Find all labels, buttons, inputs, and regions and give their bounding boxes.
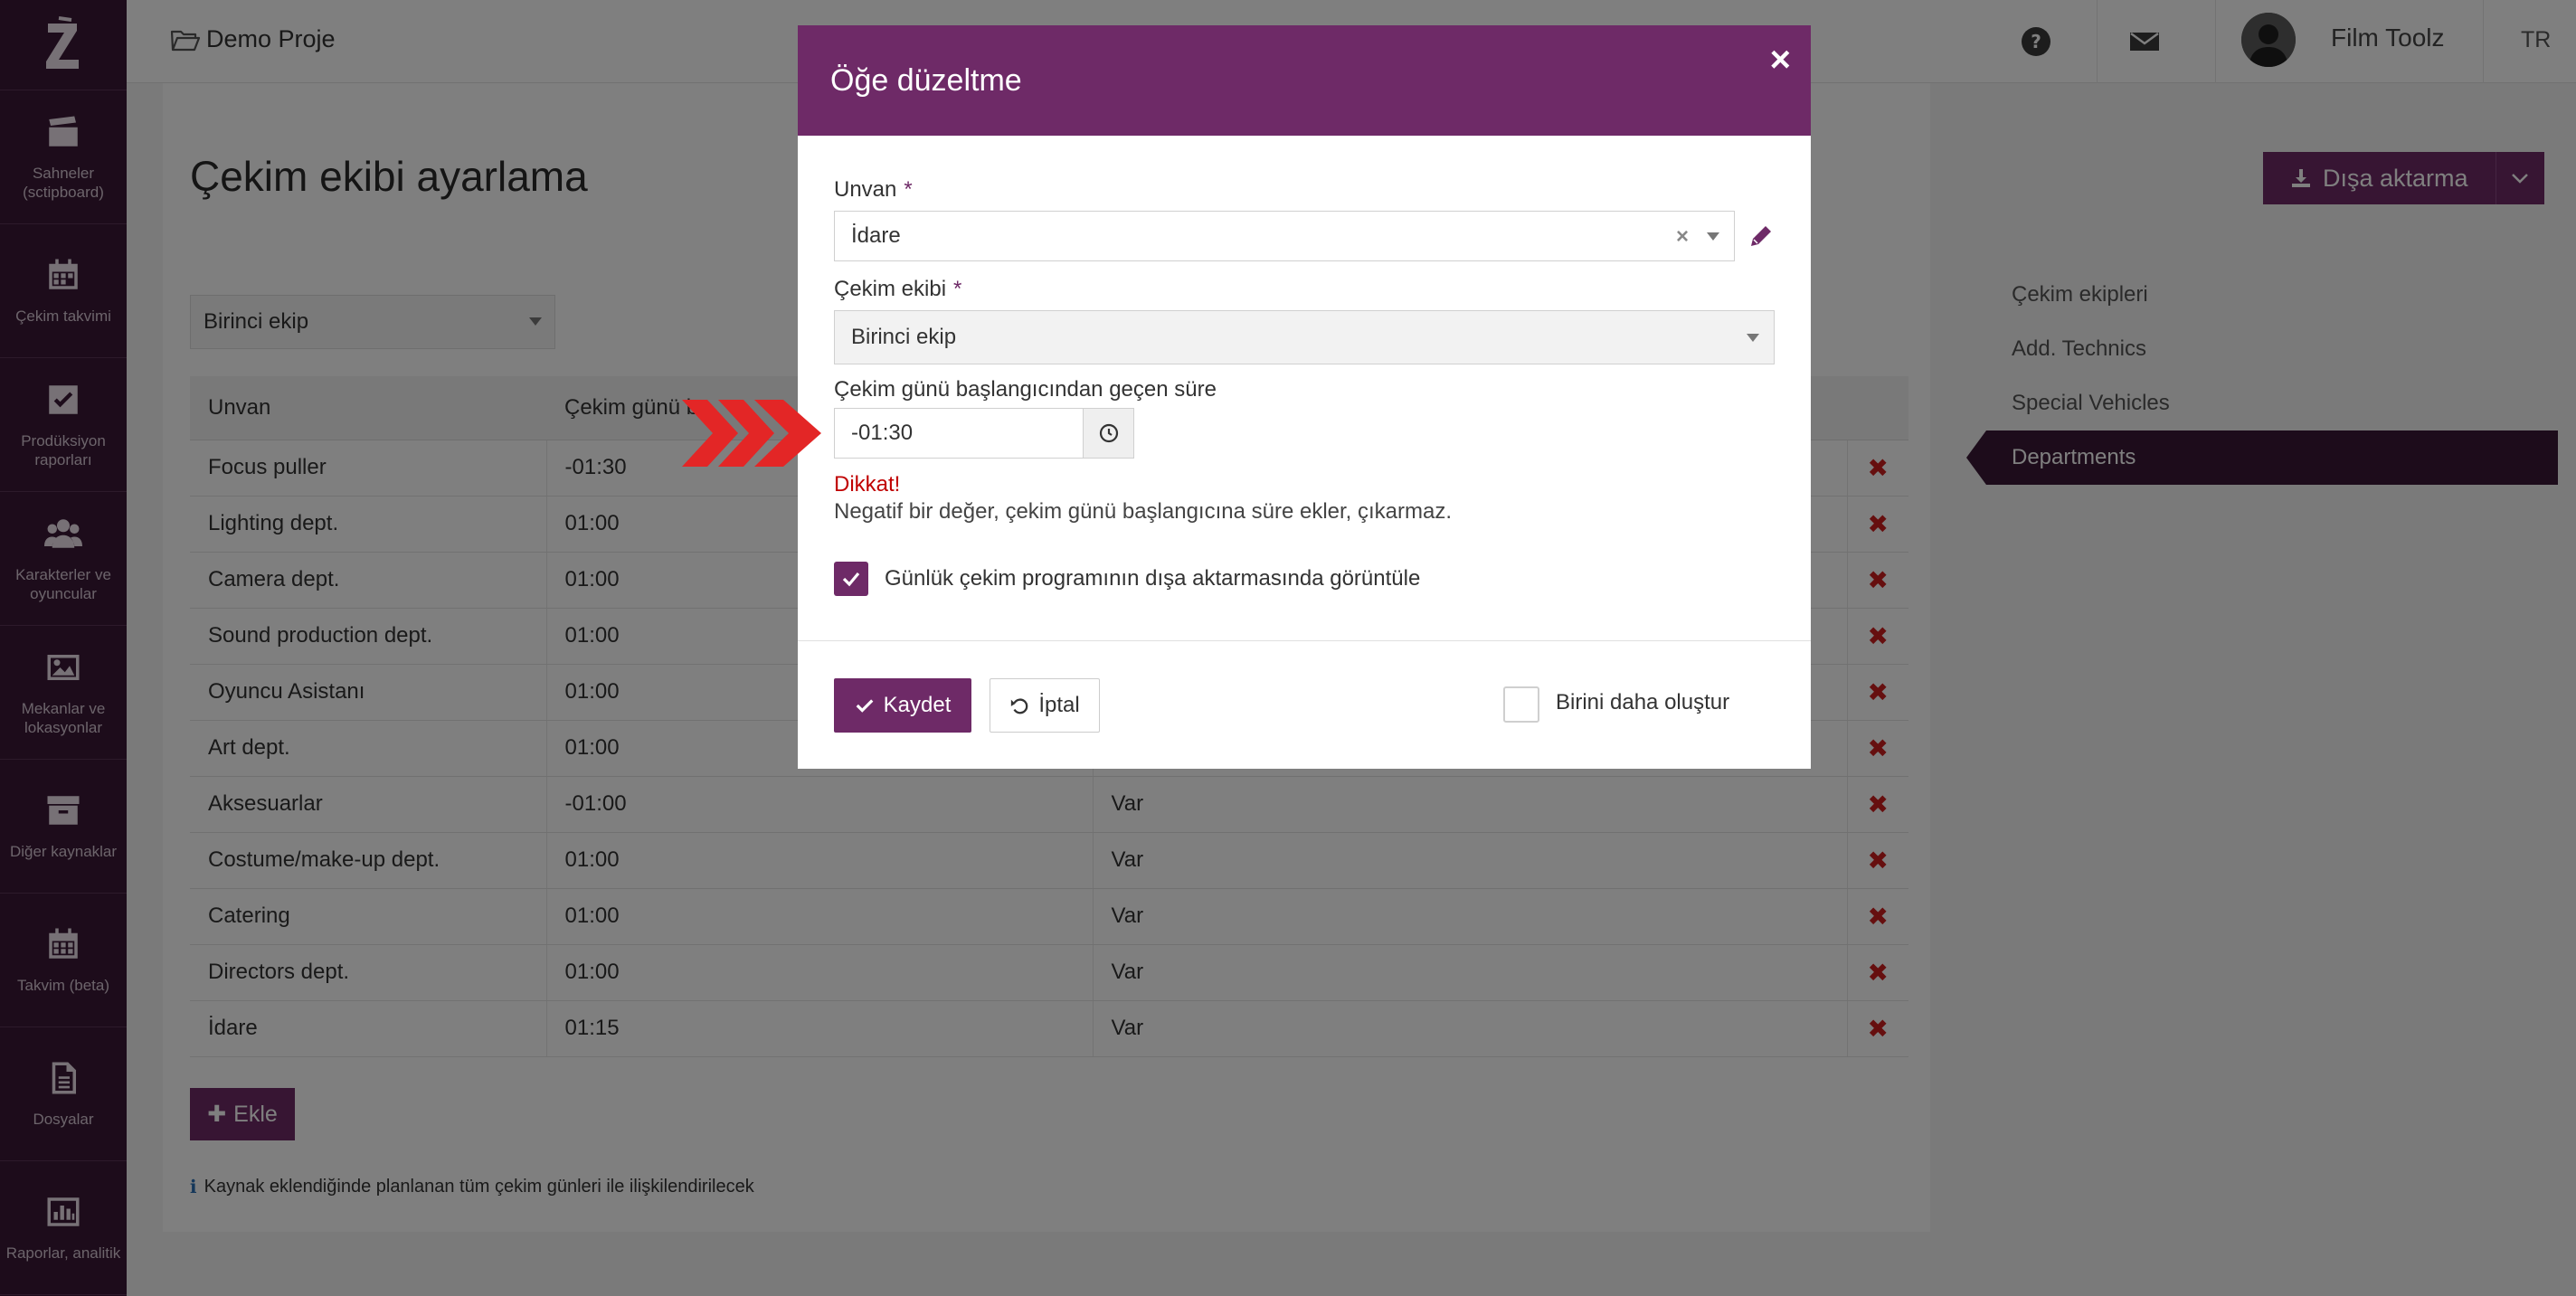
show-in-export-checkbox[interactable] [834, 562, 868, 596]
create-another-label[interactable]: Birini daha oluştur [1556, 690, 1729, 715]
unvan-label: Unvan * [834, 177, 913, 203]
time-offset-input[interactable]: -01:30 [834, 408, 1084, 459]
warning-title: Dikkat! [834, 472, 901, 497]
edit-item-modal: Öğe düzeltme × Unvan * İdare × Çekim ekib… [798, 25, 1811, 769]
modal-divider [798, 640, 1811, 641]
crew-select[interactable]: Birinci ekip [834, 310, 1775, 364]
cancel-label: İptal [1038, 693, 1080, 717]
unvan-label-text: Unvan [834, 177, 897, 202]
undo-icon [1011, 698, 1028, 714]
close-icon[interactable]: × [1770, 42, 1791, 78]
crew-value: Birinci ekip [851, 325, 957, 349]
clock-icon [1099, 423, 1118, 443]
crew-label: Çekim ekibi * [834, 277, 961, 302]
required-marker: * [904, 177, 913, 202]
clear-selection-icon[interactable]: × [1676, 224, 1689, 250]
time-offset-value: -01:30 [851, 421, 914, 445]
save-label: Kaydet [883, 693, 952, 717]
unvan-select[interactable]: İdare × [834, 211, 1735, 261]
required-marker: * [953, 277, 962, 301]
unvan-value: İdare [851, 223, 901, 248]
modal-title: Öğe düzeltme [830, 62, 1022, 98]
cancel-button[interactable]: İptal [990, 678, 1100, 733]
create-another-checkbox[interactable] [1503, 686, 1539, 723]
check-icon [842, 572, 860, 587]
check-icon [856, 699, 874, 713]
save-button[interactable]: Kaydet [834, 678, 971, 733]
pointer-arrow-icon [682, 400, 821, 467]
warning-text: Negatif bir değer, çekim günü başlangıcı… [834, 499, 1453, 524]
caret-down-icon [1747, 334, 1759, 342]
time-picker-button[interactable] [1084, 408, 1134, 459]
crew-label-text: Çekim ekibi [834, 277, 947, 301]
time-label: Çekim günü başlangıcından geçen süre [834, 377, 1217, 402]
show-in-export-label[interactable]: Günlük çekim programının dışa aktarmasın… [885, 566, 1420, 591]
pencil-icon[interactable] [1746, 222, 1775, 251]
modal-header: Öğe düzeltme × [798, 25, 1811, 136]
caret-down-icon [1707, 232, 1719, 241]
